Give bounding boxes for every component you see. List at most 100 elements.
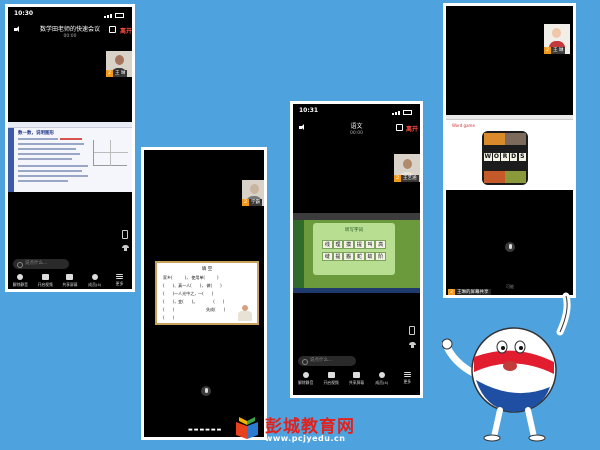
- unmute-label: 解除静音: [12, 282, 28, 287]
- signal-battery-icon: [392, 108, 414, 115]
- photo-tile: [505, 171, 526, 183]
- participant-badge: 2: [544, 47, 551, 54]
- minimize-icon[interactable]: [109, 26, 116, 33]
- more-label: 更多: [403, 379, 412, 384]
- rotate-phone-icon[interactable]: [409, 326, 415, 335]
- app-label: Word game: [452, 123, 475, 128]
- char-cell: 叫: [364, 240, 376, 249]
- phone-screenshot-1: 10:30 数学田老师的快速会议 00:00 离开 2王 琳 数一数，说明图形 …: [5, 4, 135, 292]
- participant-name: 王 琳: [553, 48, 564, 53]
- mic-icon[interactable]: [505, 242, 515, 252]
- status-bar: 10:30: [12, 10, 128, 20]
- share-screen-button[interactable]: 共享屏幕: [59, 273, 81, 289]
- participant-video-tile[interactable]: 2王 琳: [544, 24, 570, 54]
- slide-line: ( )一人光中之，一( ): [163, 291, 214, 296]
- watermark: 彭城教育网 www.pcjyedu.cn: [233, 412, 413, 446]
- highlight-line: [60, 138, 82, 140]
- shared-screen-word-game[interactable]: Word game W O R D S: [446, 115, 573, 190]
- participant-video-tile[interactable]: 2 王艺涵: [394, 154, 420, 182]
- participant-video-tile[interactable]: 2王 琳: [106, 51, 132, 77]
- app-menubar: [293, 213, 420, 220]
- more-icon: [403, 372, 411, 377]
- meeting-toolbar: 解除静音 开启视频 共享屏幕 成员(4) 更多: [293, 371, 420, 389]
- members-label: 成员(4): [88, 282, 102, 287]
- char-cell: 蚁: [364, 252, 376, 261]
- participant-name-tag: 2王 琳: [544, 47, 566, 54]
- participant-video-tile[interactable]: 2 学霸: [242, 180, 264, 206]
- mascot-illustration: [442, 292, 571, 442]
- status-time: 10:30: [14, 10, 34, 17]
- share-screen-label: 共享屏幕: [62, 282, 78, 287]
- raise-hand-icon[interactable]: [122, 245, 129, 251]
- text-line: [18, 148, 76, 150]
- document-toolbar: [8, 122, 132, 128]
- home-indicator: ▬▬▬▬▬▬: [188, 427, 223, 433]
- members-icon: [91, 274, 98, 280]
- status-bar: 10:31: [297, 107, 416, 117]
- chars-row-1: 线 理 摸 提 叫 高: [322, 240, 387, 249]
- participant-name: 王艺涵: [403, 176, 417, 181]
- letter-tile: R: [501, 153, 509, 161]
- raise-hand-icon[interactable]: [409, 342, 416, 348]
- shared-slide-fill-blanks[interactable]: 填 空 家乡( )， 使用单( ) ( )、真一人( )， 做( ) ( )一人…: [155, 261, 259, 325]
- slide-line: ( ) 失成( ): [163, 307, 226, 312]
- photo-tile: [484, 133, 505, 145]
- book-logo-icon: [236, 417, 258, 439]
- slide-thumbnails: [293, 220, 304, 288]
- share-screen-button[interactable]: 共享屏幕: [345, 371, 367, 389]
- start-video-button[interactable]: 开启视频: [34, 273, 56, 289]
- start-video-button[interactable]: 开启视频: [320, 371, 342, 389]
- unmute-button[interactable]: 解除静音: [295, 371, 317, 389]
- char-cell: 理: [332, 240, 344, 249]
- shared-screen-math[interactable]: 数一数，说明图形: [8, 122, 132, 192]
- members-button[interactable]: 成员(4): [371, 371, 393, 389]
- participant-badge: 2: [242, 199, 249, 206]
- letter-tile: W: [484, 153, 492, 161]
- start-video-label: 开启视频: [37, 282, 53, 287]
- photo-tile: [505, 133, 526, 145]
- leave-button[interactable]: 离开: [406, 124, 418, 133]
- share-screen-label: 共享屏幕: [348, 380, 365, 385]
- members-label: 成员(4): [375, 380, 389, 385]
- text-line: [18, 165, 88, 167]
- participant-badge: 2: [106, 70, 113, 77]
- more-button[interactable]: 更多: [396, 371, 418, 389]
- leave-button[interactable]: 离开: [120, 26, 132, 35]
- more-button[interactable]: 更多: [109, 273, 131, 289]
- chat-input[interactable]: 说点什么...: [13, 259, 69, 269]
- slide-line: ( )、真一人( )， 做( ): [163, 283, 222, 288]
- mic-icon[interactable]: [201, 386, 211, 396]
- slide-line: ( )，变( )。 ( ): [163, 299, 225, 304]
- slide-heading: 填 空: [201, 267, 213, 272]
- char-cell: 线: [322, 240, 333, 249]
- phone-screenshot-4: 2王 琳 Word game W O R D S 可能 2 王琳的屏幕共享: [443, 3, 576, 298]
- participant-avatar: [115, 55, 124, 65]
- watermark-url: www.pcjyedu.cn: [265, 434, 346, 443]
- share-screen-icon: [66, 274, 74, 280]
- letter-tile: S: [518, 153, 526, 161]
- char-cell: 提: [354, 240, 365, 249]
- participant-name-tag: 2王 琳: [106, 70, 128, 77]
- minimize-icon[interactable]: [396, 124, 403, 131]
- slide-line: 家乡( )， 使用单( ): [163, 275, 219, 280]
- chat-input[interactable]: 说点什么...: [298, 356, 356, 366]
- char-cell: 摸: [343, 240, 355, 249]
- camera-icon: [327, 372, 335, 378]
- signal-battery-icon: [104, 11, 126, 18]
- shared-screen-chinese[interactable]: 听写字词 线 理 摸 提 叫 高 缝 提 搬 蛇 蚁 阶: [293, 213, 420, 293]
- rotate-phone-icon[interactable]: [122, 230, 128, 239]
- phone-screenshot-3: 10:31 语文 00:00 离开 2 王艺涵 听写字词 线 理 摸 提 叫 高 …: [290, 101, 423, 398]
- char-cell: 搬: [343, 252, 355, 261]
- mic-icon: [17, 274, 24, 280]
- start-video-label: 开启视频: [323, 380, 339, 385]
- members-button[interactable]: 成员(4): [84, 273, 106, 289]
- slide-line: ( ): [163, 315, 175, 320]
- card-title: 听写字词: [345, 228, 363, 233]
- photo-tile: [484, 171, 505, 183]
- slide-heading: 数一数，说明图形: [18, 131, 54, 136]
- unmute-button[interactable]: 解除静音: [9, 273, 31, 289]
- text-line: [18, 175, 88, 177]
- participant-name-tag: 2 王艺涵: [394, 175, 419, 182]
- participant-badge: 2: [394, 175, 401, 182]
- word-game-logo: W O R D S: [482, 131, 528, 185]
